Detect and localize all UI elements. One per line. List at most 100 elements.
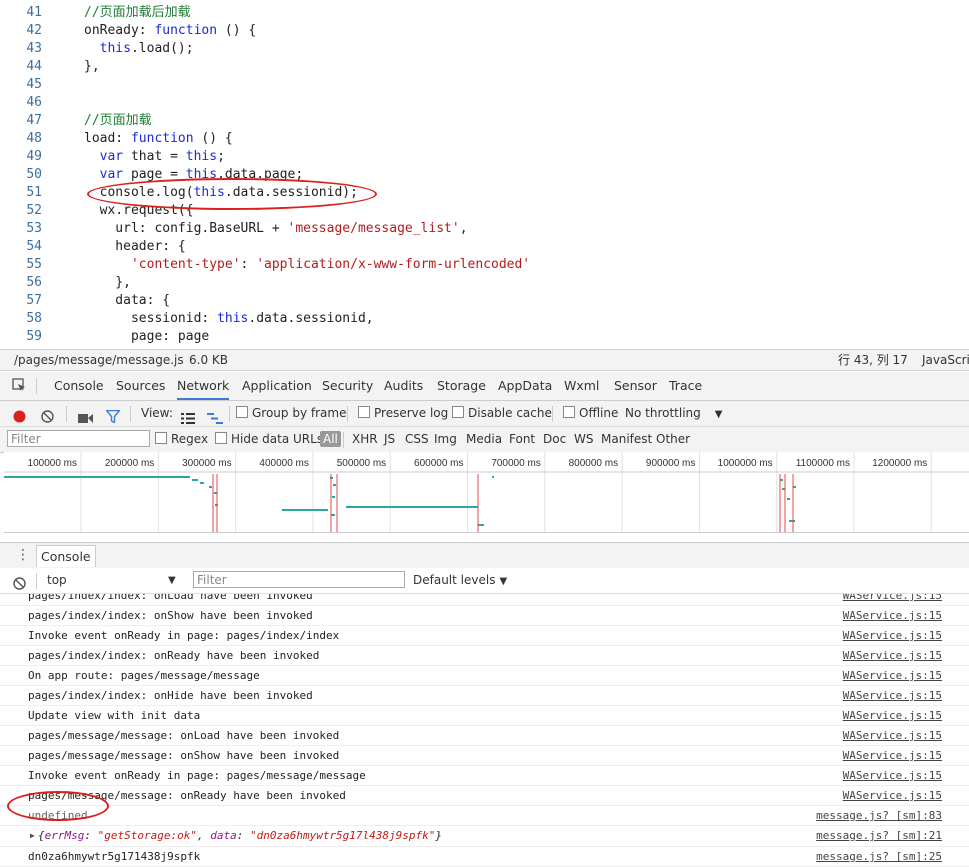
tab-trace[interactable]: Trace bbox=[669, 372, 702, 400]
hide-data-urls-checkbox[interactable]: Hide data URLs bbox=[215, 427, 323, 452]
tab-storage[interactable]: Storage bbox=[437, 372, 486, 400]
log-source-link[interactable]: message.js? [sm]:25 bbox=[816, 847, 942, 866]
log-source-link[interactable]: WAService.js:15 bbox=[843, 594, 942, 605]
line-number: 42 bbox=[26, 23, 42, 38]
clear-console-button[interactable] bbox=[13, 574, 26, 590]
drawer-tab-console[interactable]: Console bbox=[36, 545, 96, 567]
checkbox[interactable] bbox=[215, 432, 227, 444]
code-line[interactable]: 55 'content-type': 'application/x-www-fo… bbox=[0, 256, 969, 274]
type-filter-other[interactable]: Other bbox=[656, 427, 690, 452]
code-line[interactable]: 54 header: { bbox=[0, 238, 969, 256]
log-message: pages/message/message: onShow have been … bbox=[28, 749, 340, 762]
filter-toggle-button[interactable] bbox=[105, 407, 121, 424]
screenshot-button[interactable] bbox=[78, 408, 93, 423]
log-source-link[interactable]: message.js? [sm]:83 bbox=[816, 806, 942, 825]
tab-audits[interactable]: Audits bbox=[384, 372, 423, 400]
log-source-link[interactable]: WAService.js:15 bbox=[843, 746, 942, 765]
code-line[interactable]: 48 load: function () { bbox=[0, 130, 969, 148]
log-row-object[interactable]: ▶ {errMsg: "getStorage:ok", data: "dn0za… bbox=[0, 826, 969, 847]
tab-application[interactable]: Application bbox=[242, 372, 312, 400]
expand-triangle-icon[interactable]: ▶ bbox=[30, 826, 35, 846]
type-filter-font[interactable]: Font bbox=[509, 427, 535, 452]
waterfall-view-button[interactable] bbox=[207, 408, 223, 424]
checkbox[interactable] bbox=[452, 406, 464, 418]
type-filter-doc[interactable]: Doc bbox=[543, 427, 566, 452]
log-source-link[interactable]: WAService.js:15 bbox=[843, 766, 942, 785]
type-filter-img[interactable]: Img bbox=[434, 427, 457, 452]
code-line[interactable]: 50 var page = this.data.page; bbox=[0, 166, 969, 184]
group-by-frame-checkbox[interactable]: Group by frame bbox=[236, 401, 346, 426]
tab-divider bbox=[36, 378, 37, 394]
code-line[interactable]: 53 url: config.BaseURL + 'message/messag… bbox=[0, 220, 969, 238]
throttling-select[interactable]: No throttling ▼ bbox=[625, 401, 722, 426]
type-filter-xhr[interactable]: XHR bbox=[352, 427, 378, 452]
code-line[interactable]: 42 onReady: function () { bbox=[0, 22, 969, 40]
log-source-link[interactable]: WAService.js:15 bbox=[843, 686, 942, 705]
log-levels-select[interactable]: Default levels ▼ bbox=[413, 568, 507, 593]
log-source-link[interactable]: WAService.js:15 bbox=[843, 666, 942, 685]
type-filter-all[interactable]: All bbox=[320, 427, 341, 452]
large-rows-button[interactable] bbox=[181, 408, 195, 424]
offline-checkbox[interactable]: Offline bbox=[563, 401, 618, 426]
clear-button[interactable] bbox=[41, 407, 54, 423]
console-log[interactable]: pages/index/index: onLoad have been invo… bbox=[0, 594, 969, 867]
tab-network[interactable]: Network bbox=[177, 372, 230, 400]
language-mode[interactable]: JavaScri bbox=[922, 350, 969, 370]
code-token: 'content-type' bbox=[130, 257, 241, 272]
log-source-link[interactable]: message.js? [sm]:21 bbox=[816, 826, 942, 846]
code-line[interactable]: 57 data: { bbox=[0, 292, 969, 310]
tab-wxml[interactable]: Wxml bbox=[564, 372, 599, 400]
log-source-link[interactable]: WAService.js:15 bbox=[843, 606, 942, 625]
log-source-link[interactable]: WAService.js:15 bbox=[843, 726, 942, 745]
checkbox[interactable] bbox=[155, 432, 167, 444]
code-line[interactable]: 49 var that = this; bbox=[0, 148, 969, 166]
code-line[interactable]: 51 console.log(this.data.sessionid); bbox=[0, 184, 969, 202]
log-message: dn0za6hmywtr5g171438j9spfk bbox=[28, 850, 201, 863]
context-select[interactable]: top ▼ bbox=[47, 568, 176, 593]
type-filter-css[interactable]: CSS bbox=[405, 427, 429, 452]
inspect-element-icon[interactable] bbox=[12, 378, 26, 392]
code-token: wx.request({ bbox=[84, 203, 194, 218]
code-line[interactable]: 59 page: page bbox=[0, 328, 969, 346]
log-source-link[interactable]: WAService.js:15 bbox=[843, 626, 942, 645]
code-line[interactable]: 41 //页面加载后加载 bbox=[0, 4, 969, 22]
tab-console[interactable]: Console bbox=[54, 372, 104, 400]
code-editor[interactable]: 41//页面加载后加载 42 onReady: function () {43 th… bbox=[0, 0, 969, 349]
code-line[interactable]: 58 sessionid: this.data.sessionid, bbox=[0, 310, 969, 328]
log-source-link[interactable]: WAService.js:15 bbox=[843, 786, 942, 805]
code-line[interactable]: 44}, bbox=[0, 58, 969, 76]
tab-sensor[interactable]: Sensor bbox=[614, 372, 657, 400]
log-source-link[interactable]: WAService.js:15 bbox=[843, 706, 942, 725]
checkbox[interactable] bbox=[563, 406, 575, 418]
line-number: 52 bbox=[26, 203, 42, 218]
log-source-link[interactable]: WAService.js:15 bbox=[843, 646, 942, 665]
regex-checkbox[interactable]: Regex bbox=[155, 427, 208, 452]
disable-cache-checkbox[interactable]: Disable cache bbox=[452, 401, 552, 426]
line-content: page: page bbox=[84, 328, 209, 346]
network-filter-input[interactable]: Filter bbox=[7, 430, 150, 447]
code-line[interactable]: 45 bbox=[0, 76, 969, 94]
record-button[interactable] bbox=[13, 407, 26, 423]
preserve-log-checkbox[interactable]: Preserve log bbox=[358, 401, 448, 426]
code-line[interactable]: 52 wx.request({ bbox=[0, 202, 969, 220]
type-filter-ws[interactable]: WS bbox=[574, 427, 593, 452]
code-token: var bbox=[99, 167, 124, 182]
code-line[interactable]: 46 bbox=[0, 94, 969, 112]
drawer-menu-icon[interactable]: ⋮ bbox=[16, 547, 30, 563]
tab-security[interactable]: Security bbox=[322, 372, 373, 400]
checkbox[interactable] bbox=[358, 406, 370, 418]
tab-sources[interactable]: Sources bbox=[116, 372, 165, 400]
checkbox[interactable] bbox=[236, 406, 248, 418]
request-bar bbox=[332, 496, 335, 498]
network-timeline-overview[interactable]: 100000 ms 200000 ms 300000 ms 400000 ms 5000… bbox=[4, 452, 969, 533]
type-filter-js[interactable]: JS bbox=[384, 427, 395, 452]
tab-appdata[interactable]: AppData bbox=[498, 372, 552, 400]
type-filter-media[interactable]: Media bbox=[466, 427, 502, 452]
code-lines[interactable]: 41//页面加载后加载 42 onReady: function () {43 th… bbox=[0, 4, 969, 346]
code-line[interactable]: 47 //页面加载 bbox=[0, 112, 969, 130]
log-message: Invoke event onReady in page: pages/mess… bbox=[28, 769, 366, 782]
console-filter-input[interactable]: Filter bbox=[193, 571, 405, 588]
code-line[interactable]: 43 this.load(); bbox=[0, 40, 969, 58]
code-line[interactable]: 56 }, bbox=[0, 274, 969, 292]
type-filter-manifest[interactable]: Manifest bbox=[601, 427, 652, 452]
